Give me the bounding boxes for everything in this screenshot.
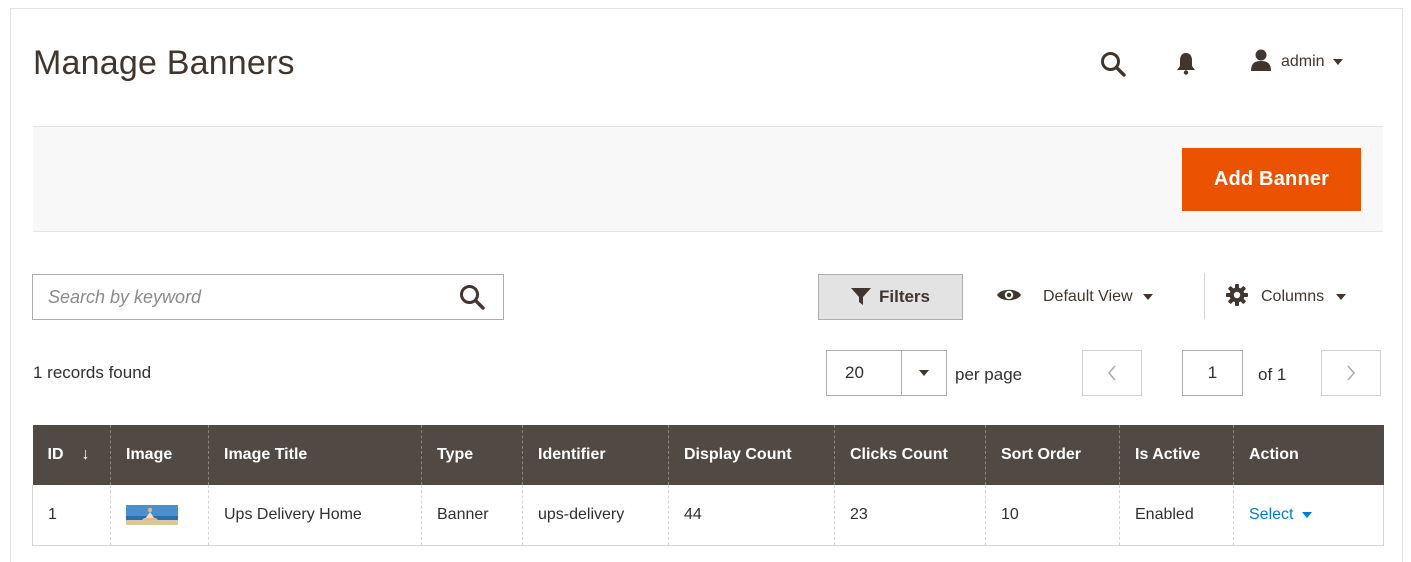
column-header-image[interactable]: Image	[110, 425, 209, 485]
cell-action: Select	[1233, 485, 1384, 546]
cell-image-title: Ups Delivery Home	[208, 485, 422, 546]
cell-id: 1	[32, 485, 111, 546]
select-label: Select	[1249, 505, 1294, 523]
column-header-clicks-count[interactable]: Clicks Count	[834, 425, 986, 485]
add-banner-button[interactable]: Add Banner	[1182, 148, 1361, 211]
per-page-value: 20	[845, 363, 864, 382]
cell-display-count: 44	[668, 485, 835, 546]
chevron-down-icon	[1302, 511, 1313, 518]
page-number-input[interactable]	[1182, 350, 1243, 396]
column-header-sort-order[interactable]: Sort Order	[985, 425, 1120, 485]
funnel-icon	[850, 288, 871, 305]
filters-button[interactable]: Filters	[818, 274, 963, 320]
user-menu[interactable]: admin	[1250, 49, 1343, 76]
columns-control[interactable]: Columns	[1226, 283, 1347, 311]
banner-thumbnail[interactable]	[126, 504, 178, 525]
bell-icon[interactable]	[1175, 50, 1197, 76]
cell-is-active: Enabled	[1119, 485, 1234, 546]
filters-label: Filters	[878, 287, 931, 306]
sort-arrow-icon: ↓	[81, 446, 90, 463]
view-label: Default View	[1043, 288, 1133, 305]
page-actions-bar: Add Banner	[33, 126, 1383, 232]
user-icon	[1250, 49, 1272, 76]
pager-next-button[interactable]	[1321, 350, 1381, 396]
gear-icon	[1226, 283, 1248, 311]
column-header-is-active[interactable]: Is Active	[1119, 425, 1234, 485]
cell-image	[110, 485, 209, 546]
column-header-id[interactable]: ID ↓	[32, 425, 111, 485]
user-name: admin	[1281, 53, 1325, 70]
per-page-select[interactable]: 20	[826, 350, 947, 396]
eye-icon	[996, 287, 1022, 308]
chevron-down-icon	[1332, 59, 1343, 65]
table-row[interactable]: 1 Ups Delivery Home Banner ups-delivery …	[32, 485, 1384, 546]
table-header-row: ID ↓ Image Image Title Type Identifier Di…	[32, 425, 1384, 485]
search-box	[32, 274, 504, 320]
search-input[interactable]	[33, 275, 443, 319]
column-header-image-title[interactable]: Image Title	[208, 425, 422, 485]
column-header-identifier[interactable]: Identifier	[522, 425, 669, 485]
columns-label: Columns	[1261, 288, 1325, 305]
toolbar-divider	[1204, 273, 1205, 319]
cell-clicks-count: 23	[834, 485, 986, 546]
cell-sort-order: 10	[985, 485, 1120, 546]
pager-prev-button[interactable]	[1082, 350, 1142, 396]
chevron-down-icon	[919, 370, 929, 376]
cell-identifier: ups-delivery	[522, 485, 669, 546]
page-total: of 1	[1258, 365, 1287, 384]
page-title: Manage Banners	[33, 44, 295, 82]
per-page-toggle[interactable]	[901, 351, 946, 395]
header-search-icon[interactable]	[1099, 50, 1127, 78]
per-page-label: per page	[955, 365, 1023, 384]
cell-type: Banner	[421, 485, 523, 546]
records-count: 1 records found	[33, 363, 152, 382]
column-header-display-count[interactable]: Display Count	[668, 425, 835, 485]
view-switcher[interactable]: Default View	[996, 286, 1153, 308]
chevron-right-icon	[1347, 365, 1356, 381]
column-header-type[interactable]: Type	[421, 425, 523, 485]
row-action-select[interactable]: Select	[1249, 505, 1313, 524]
chevron-left-icon	[1107, 365, 1116, 381]
chevron-down-icon	[1142, 294, 1153, 300]
chevron-down-icon	[1336, 294, 1347, 300]
search-icon[interactable]	[459, 284, 487, 312]
banners-grid: ID ↓ Image Image Title Type Identifier Di…	[32, 425, 1384, 546]
column-header-action: Action	[1233, 425, 1384, 485]
